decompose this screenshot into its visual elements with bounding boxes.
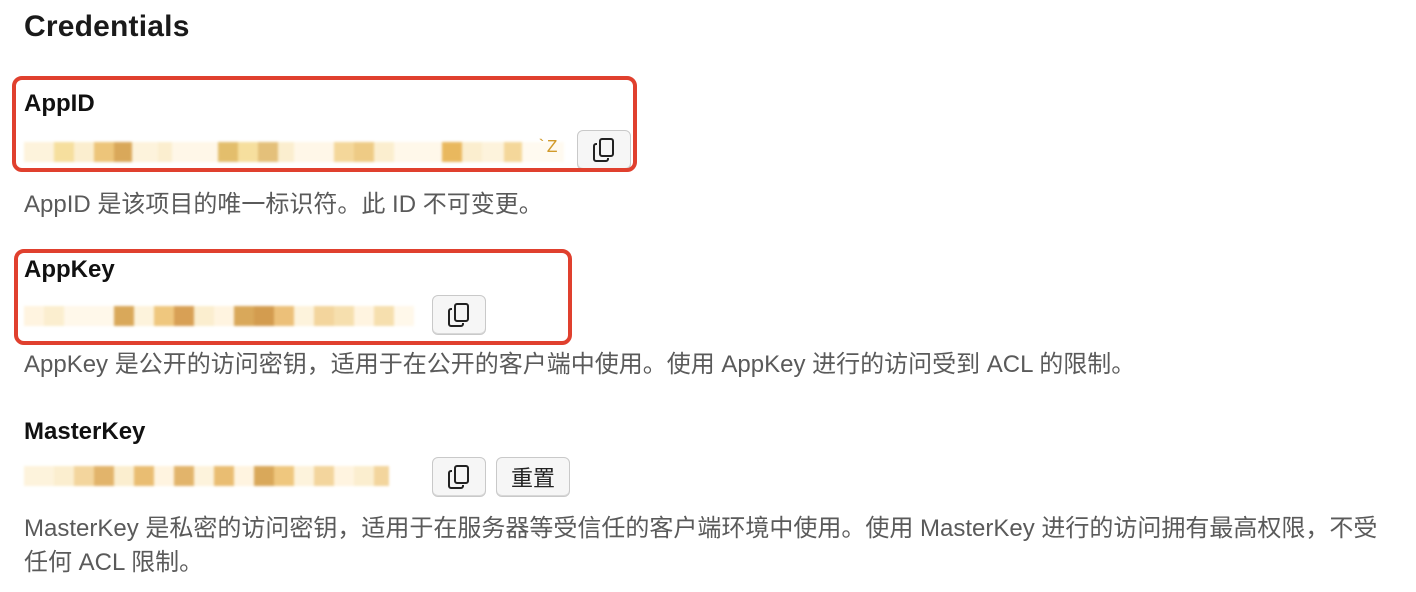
copy-icon	[448, 303, 469, 327]
appid-copy-button[interactable]	[577, 130, 631, 170]
appkey-description: AppKey 是公开的访问密钥，适用于在公开的客户端中使用。使用 AppKey …	[24, 351, 1136, 378]
appid-value: `Z	[24, 134, 564, 170]
masterkey-masked-value	[24, 461, 419, 491]
appkey-masked-value	[24, 301, 414, 331]
copy-icon	[593, 138, 614, 162]
masterkey-reset-button[interactable]: 重置	[496, 457, 570, 497]
masterkey-description: MasterKey 是私密的访问密钥，适用于在服务器等受信任的客户端环境中使用。…	[24, 515, 1378, 576]
appid-masked-suffix: `Z	[536, 138, 558, 158]
masterkey-value	[24, 458, 419, 494]
appid-masked-value	[24, 137, 564, 167]
appkey-value	[24, 298, 414, 334]
appid-description: AppID 是该项目的唯一标识符。此 ID 不可变更。	[24, 191, 543, 218]
masterkey-label: MasterKey	[24, 418, 146, 445]
appid-label: AppID	[24, 90, 95, 117]
section-title: Credentials	[24, 10, 190, 43]
appkey-copy-button[interactable]	[432, 295, 486, 335]
credentials-page: Credentials AppID `Z AppID 是该项目的唯一标识符。此 …	[0, 0, 1416, 592]
appkey-label: AppKey	[24, 256, 115, 283]
copy-icon	[448, 465, 469, 489]
masterkey-copy-button[interactable]	[432, 457, 486, 497]
